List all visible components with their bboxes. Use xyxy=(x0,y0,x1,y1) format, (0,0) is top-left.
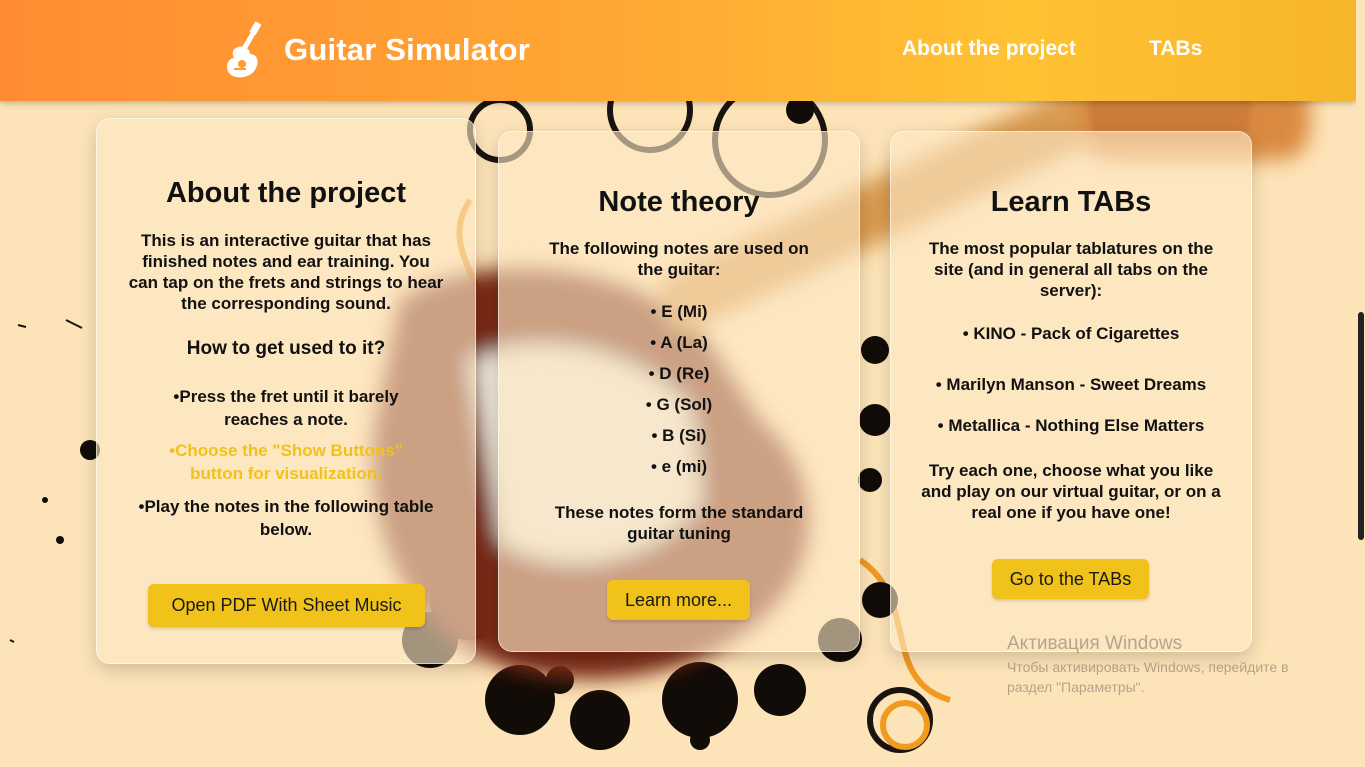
tabs-card-title: Learn TABs xyxy=(990,186,1152,218)
watermark-line: Чтобы активировать Windows, перейдите в xyxy=(1007,659,1289,675)
scrollbar-thumb[interactable] xyxy=(1358,312,1364,540)
windows-activation-watermark: Активация Windows Чтобы активировать Win… xyxy=(1007,633,1289,697)
open-pdf-button[interactable]: Open PDF With Sheet Music xyxy=(148,584,425,627)
watermark-title: Активация Windows xyxy=(1007,633,1183,654)
note-item: • G (Sol) xyxy=(645,395,713,414)
brand[interactable]: Guitar Simulator xyxy=(226,20,530,80)
nav-about-project[interactable]: About the project xyxy=(902,37,1076,61)
watermark-line: раздел "Параметры". xyxy=(1007,679,1145,695)
about-card-intro: This is an interactive guitar that has f… xyxy=(128,231,444,313)
notes-card: Note theory The following notes are used… xyxy=(498,131,860,652)
about-card-subtitle: How to get used to it? xyxy=(186,338,386,359)
guitar-logo-icon xyxy=(226,20,272,80)
note-item: • A (La) xyxy=(650,333,708,352)
note-item: • E (Mi) xyxy=(650,302,708,321)
nav-tabs[interactable]: TABs xyxy=(1149,37,1202,61)
note-item: • D (Re) xyxy=(648,364,710,383)
tab-item: • KINO - Pack of Cigarettes xyxy=(962,324,1180,343)
notes-card-outro: These notes form the standard guitar tun… xyxy=(554,503,804,543)
tabs-card-outro: Try each one, choose what you like and p… xyxy=(921,461,1221,522)
notes-card-title: Note theory xyxy=(598,186,760,218)
top-header: Guitar Simulator About the project TABs xyxy=(0,0,1356,101)
go-to-tabs-button[interactable]: Go to the TABs xyxy=(992,559,1149,599)
tab-item: • Metallica - Nothing Else Matters xyxy=(937,416,1205,435)
learn-more-button[interactable]: Learn more... xyxy=(607,580,750,620)
tabs-card: Learn TABs The most popular tablatures o… xyxy=(890,131,1252,652)
step-item-highlight: •Choose the "Show Buttons" button for vi… xyxy=(169,441,403,483)
site-title: Guitar Simulator xyxy=(284,32,531,67)
tabs-card-intro: The most popular tablatures on the site … xyxy=(928,239,1214,300)
notes-card-intro: The following notes are used on the guit… xyxy=(549,239,809,279)
step-item: •Play the notes in the following table b… xyxy=(138,497,434,539)
about-card: About the project This is an interactive… xyxy=(96,118,476,664)
note-item: • B (Si) xyxy=(651,426,707,445)
step-item: •Press the fret until it barely reaches … xyxy=(173,387,399,429)
note-item: • e (mi) xyxy=(650,457,707,476)
tab-item: • Marilyn Manson - Sweet Dreams xyxy=(935,375,1207,394)
about-card-title: About the project xyxy=(165,177,407,209)
